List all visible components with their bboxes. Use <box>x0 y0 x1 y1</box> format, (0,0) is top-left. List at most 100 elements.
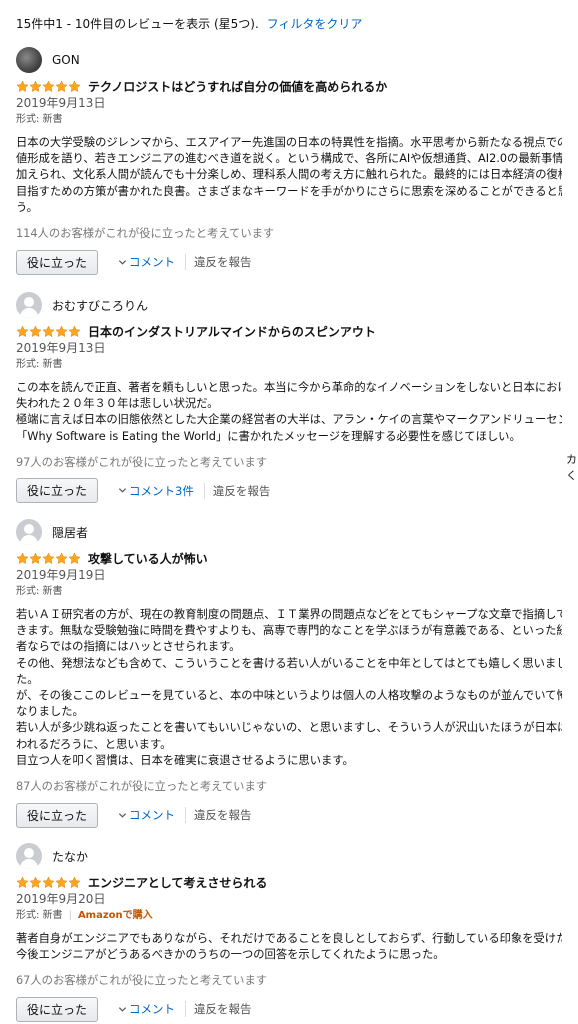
clear-filter-link[interactable]: フィルタをクリア <box>267 17 363 31</box>
review-body-line: この本を読んで正直、著者を頼もしいと思った。本当に今から革命的なイノベーションを… <box>16 381 562 394</box>
star-icon <box>42 324 55 338</box>
reviewer-profile[interactable]: 隠居者 <box>16 519 562 545</box>
star-rating <box>16 324 82 338</box>
helpful-count: 67人のお客様がこれが役に立ったと考えています <box>16 974 268 988</box>
star-icon <box>55 324 68 338</box>
star-icon <box>42 79 55 93</box>
review-actions: 役に立った コメント3件 違反を報告 <box>16 478 562 504</box>
reviewer-profile[interactable]: GON <box>16 47 562 73</box>
chevron-down-icon <box>118 812 127 818</box>
avatar[interactable] <box>16 292 42 318</box>
review-body-line: きます。無駄な受験勉強に時間を費やすよりも、高専で専門的なことを学ぶほうが有意義… <box>16 624 562 638</box>
review-body-line: 目指すための方策が書かれた良書。さまざまなキーワードを手がかりにさらに思索を深め… <box>16 184 562 198</box>
chevron-down-icon <box>118 259 127 265</box>
review-title[interactable]: 攻撃している人が怖い <box>88 550 208 567</box>
filter-summary-text: 15件中1 - 10件目のレビューを表示 (星5つ). <box>16 17 259 31</box>
comment-link[interactable]: コメント3件 <box>118 483 194 499</box>
review-title-row: エンジニアとして考えさせられる <box>16 874 562 890</box>
divider <box>185 254 186 271</box>
format-row: 形式: 新書 | Amazonで購入 <box>16 909 562 923</box>
star-icon <box>55 79 68 93</box>
review-body-line: 日本の大学受験のジレンマから、エスアイアー先進国の日本の特異性を指摘。水平思考か… <box>16 136 562 149</box>
review-body-line: なりました。 <box>16 705 84 719</box>
review-title[interactable]: エンジニアとして考えさせられる <box>88 874 267 891</box>
format-row: 形式: 新書 | <box>16 113 562 127</box>
avatar[interactable] <box>16 843 42 869</box>
avatar[interactable] <box>16 47 42 73</box>
helpful-button[interactable]: 役に立った <box>16 996 98 1022</box>
review-body-line: 加えられ、文化系人間が読んでも十分楽しめ、理科系人間の考え方に触れられた。最終的… <box>16 168 562 182</box>
review-body: この本を読んで正直、著者を頼もしいと思った。本当に今から革命的なイノベーションを… <box>16 380 562 445</box>
format-row: 形式: 新書 | <box>16 585 562 599</box>
review-body: 若いＡＩ研究者の方が、現在の教育制度の問題点、ＩＴ業界の問題点などをとてもシャー… <box>16 607 562 769</box>
helpful-button[interactable]: 役に立った <box>16 802 98 828</box>
star-icon <box>16 551 29 565</box>
avatar-head-shape <box>24 848 34 858</box>
helpful-count: 87人のお客様がこれが役に立ったと考えています <box>16 780 268 794</box>
reviewer-name[interactable]: たなか <box>52 848 88 865</box>
review-title[interactable]: 日本のインダストリアルマインドからのスピンアウト <box>88 323 376 340</box>
review-date: 2019年9月19日 <box>16 568 106 582</box>
reviewer-name[interactable]: おむすびころりん <box>52 297 148 314</box>
review-body-line: 値形成を語り、若きエンジニアの進むべき道を説く。という構成で、各所にAIや仮想通… <box>16 152 562 166</box>
report-abuse-link[interactable]: 違反を報告 <box>194 807 252 823</box>
star-icon <box>68 551 81 565</box>
report-abuse-link[interactable]: 違反を報告 <box>213 483 271 499</box>
review-body: 著者自身がエンジニアでもありながら、それだけであることを良しとしておらず、行動し… <box>16 931 562 963</box>
verified-purchase-badge: Amazonで購入 <box>77 910 153 921</box>
review-body-line: 今後エンジニアがどうあるべきかのうちの一つの回答を示してくれたように思った。 <box>16 948 445 962</box>
review-body-line: 者ならではの指摘にはハッとさせられます。 <box>16 640 241 654</box>
clipped-char: く <box>566 469 577 482</box>
review-card: おむすびころりん 日本のインダストリアルマインドからのスピンアウト 2019年9… <box>16 292 562 504</box>
star-rating <box>16 79 82 93</box>
avatar-body-shape <box>20 859 38 869</box>
format-row: 形式: 新書 | <box>16 358 562 372</box>
star-icon <box>16 79 29 93</box>
review-actions: 役に立った コメント 違反を報告 <box>16 996 562 1022</box>
reviewer-profile[interactable]: おむすびころりん <box>16 292 562 318</box>
comment-label[interactable]: コメント <box>129 807 175 823</box>
star-icon <box>42 875 55 889</box>
review-body-line: が、その後ここのレビューを見ていると、本の中味というよりは個人の人格攻撃のような… <box>16 689 562 703</box>
format-label: 形式: 新書 <box>16 359 63 370</box>
comment-label[interactable]: コメント <box>129 1001 175 1017</box>
star-icon <box>42 551 55 565</box>
star-icon <box>16 875 29 889</box>
review-body-line: た。 <box>16 672 39 686</box>
avatar-body-shape <box>20 535 38 545</box>
avatar-body-shape <box>20 308 38 318</box>
star-icon <box>68 324 81 338</box>
avatar[interactable] <box>16 519 42 545</box>
format-label: 形式: 新書 <box>16 114 63 125</box>
reviewer-name[interactable]: GON <box>52 53 80 67</box>
review-actions: 役に立った コメント 違反を報告 <box>16 249 562 275</box>
star-icon <box>29 875 42 889</box>
avatar-head-shape <box>24 524 34 534</box>
star-icon <box>55 551 68 565</box>
review-body-line: 「Why Software is Eating the World」に書かれたメ… <box>16 429 521 443</box>
star-icon <box>29 551 42 565</box>
comment-link[interactable]: コメント <box>118 254 175 270</box>
review-body-line: その他、発想法なども含めて、こういうことを書ける若い人がいることを中年としてはと… <box>16 656 562 670</box>
divider <box>203 482 205 499</box>
report-abuse-link[interactable]: 違反を報告 <box>194 254 252 270</box>
review-body-line: 目立つ人を叩く習慣は、日本を確実に衰退させるように思います。 <box>16 753 354 767</box>
review-title[interactable]: テクノロジストはどうすれば自分の価値を高められるか <box>88 78 387 95</box>
comment-label[interactable]: コメント3件 <box>129 483 194 499</box>
review-body-line: う。 <box>16 200 38 214</box>
review-date: 2019年9月20日 <box>16 892 106 906</box>
star-icon <box>55 875 68 889</box>
helpful-button[interactable]: 役に立った <box>16 478 98 504</box>
star-icon <box>29 324 42 338</box>
review-body-line: われるだろうに、と思います。 <box>16 737 172 751</box>
comment-link[interactable]: コメント <box>118 807 175 823</box>
reviewer-profile[interactable]: たなか <box>16 843 562 869</box>
report-abuse-link[interactable]: 違反を報告 <box>194 1001 252 1017</box>
helpful-button[interactable]: 役に立った <box>16 249 98 275</box>
review-body-line: 著者自身がエンジニアでもありながら、それだけであることを良しとしておらず、行動し… <box>16 932 562 945</box>
star-rating <box>16 875 82 889</box>
reviewer-name[interactable]: 隠居者 <box>52 524 88 541</box>
comment-link[interactable]: コメント <box>118 1001 175 1017</box>
chevron-down-icon <box>118 488 127 493</box>
comment-label[interactable]: コメント <box>129 254 175 270</box>
